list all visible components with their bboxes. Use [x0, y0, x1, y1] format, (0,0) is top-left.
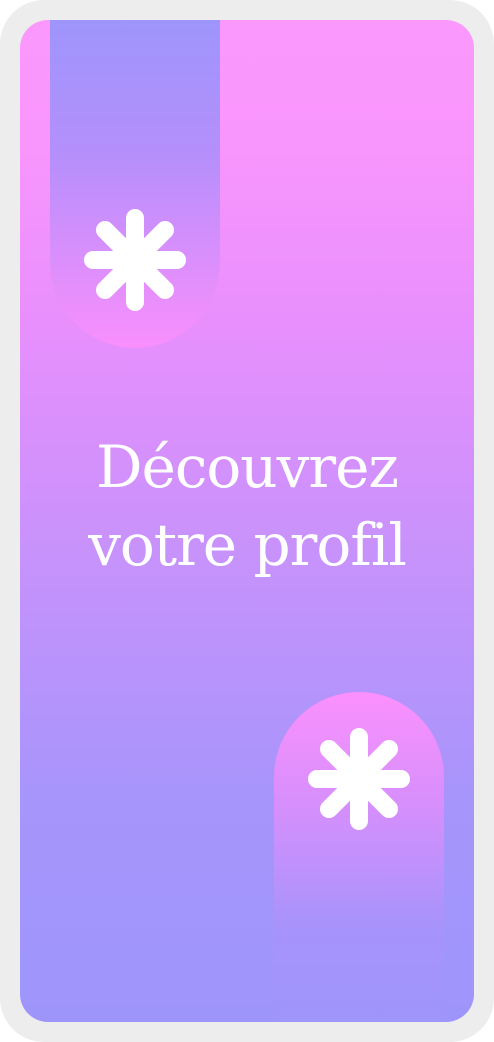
asterisk-icon	[304, 724, 414, 834]
phone-frame: Découvrez votre profil	[0, 0, 494, 1042]
headline-line-1: Découvrez	[96, 433, 399, 501]
headline-line-2: votre profil	[88, 511, 407, 579]
asterisk-icon	[80, 205, 190, 315]
page-title: Découvrez votre profil	[20, 428, 474, 584]
onboarding-screen: Découvrez votre profil	[20, 20, 474, 1022]
